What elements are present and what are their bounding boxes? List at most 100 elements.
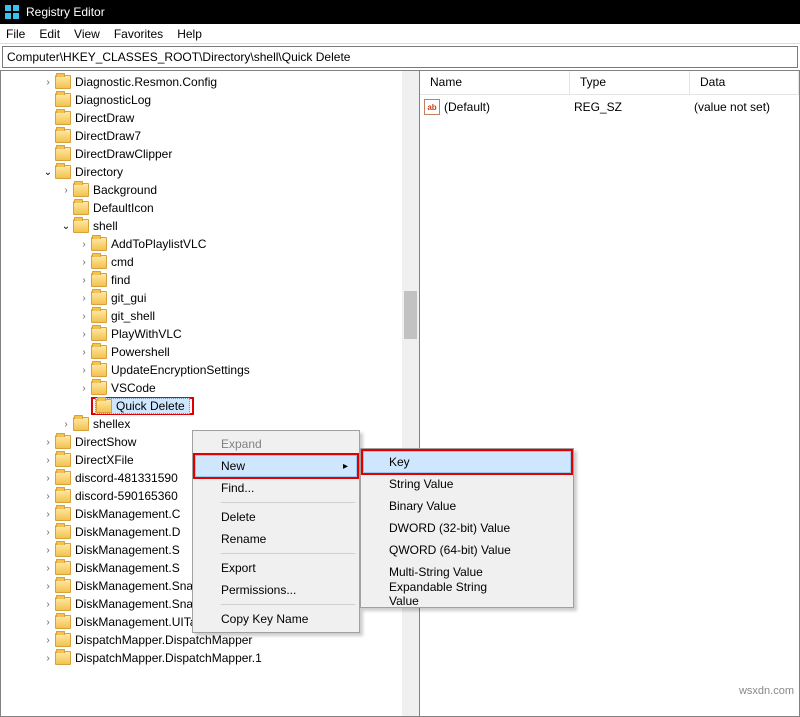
- chevron-right-icon[interactable]: ›: [77, 311, 91, 322]
- tree-label: cmd: [111, 255, 134, 269]
- value-type: REG_SZ: [574, 100, 694, 114]
- tree-label: DiskManagement.D: [75, 525, 180, 539]
- folder-icon: [91, 363, 107, 377]
- col-name[interactable]: Name: [420, 71, 570, 94]
- chevron-right-icon[interactable]: ›: [41, 455, 55, 466]
- menu-edit[interactable]: Edit: [39, 27, 60, 41]
- tree-node[interactable]: DiagnosticLog: [5, 91, 419, 109]
- chevron-right-icon[interactable]: ›: [41, 653, 55, 664]
- scrollbar-thumb[interactable]: [404, 291, 417, 339]
- tree-node[interactable]: ›git_shell: [5, 307, 419, 325]
- scrollbar[interactable]: [402, 71, 419, 716]
- submenu-item-string-value[interactable]: String Value: [363, 473, 571, 495]
- menu-favorites[interactable]: Favorites: [114, 27, 163, 41]
- menu-item-copy-key-name[interactable]: Copy Key Name: [195, 608, 357, 630]
- chevron-right-icon[interactable]: ›: [41, 527, 55, 538]
- highlight-selected-key: Quick Delete: [91, 397, 194, 415]
- menu-item-export[interactable]: Export: [195, 557, 357, 579]
- submenu-new[interactable]: KeyString Value Binary Value DWORD (32-bit…: [360, 448, 574, 608]
- tree-node[interactable]: › find: [5, 271, 419, 289]
- folder-icon: [55, 525, 71, 539]
- menu-item-label: Binary Value: [389, 499, 456, 513]
- tree-label: discord-590165360: [75, 489, 178, 503]
- chevron-right-icon[interactable]: ›: [41, 581, 55, 592]
- col-type[interactable]: Type: [570, 71, 690, 94]
- tree-node[interactable]: ›DispatchMapper.DispatchMapper: [5, 631, 419, 649]
- tree-node[interactable]: DirectDrawClipper: [5, 145, 419, 163]
- chevron-right-icon[interactable]: ›: [77, 293, 91, 304]
- chevron-right-icon[interactable]: ›: [41, 77, 55, 88]
- chevron-right-icon[interactable]: ›: [77, 365, 91, 376]
- menu-item-rename[interactable]: Rename: [195, 528, 357, 550]
- address-bar[interactable]: Computer\HKEY_CLASSES_ROOT\Directory\she…: [2, 46, 798, 68]
- menu-item-new[interactable]: New▸: [195, 455, 357, 477]
- tree-node[interactable]: ›VSCode: [5, 379, 419, 397]
- tree-node[interactable]: ⌄Directory: [5, 163, 419, 181]
- tree-label: AddToPlaylistVLC: [111, 237, 206, 251]
- tree-label: Powershell: [111, 345, 170, 359]
- chevron-right-icon[interactable]: ›: [77, 275, 91, 286]
- tree-node[interactable]: ›UpdateEncryptionSettings: [5, 361, 419, 379]
- tree-node[interactable]: ›git_gui: [5, 289, 419, 307]
- chevron-down-icon[interactable]: ⌄: [59, 221, 73, 232]
- menu-help[interactable]: Help: [177, 27, 202, 41]
- menu-item-label: QWORD (64-bit) Value: [389, 543, 511, 557]
- menu-item-label: Copy Key Name: [221, 612, 308, 626]
- chevron-right-icon[interactable]: ›: [59, 419, 73, 430]
- menu-item-delete[interactable]: Delete: [195, 506, 357, 528]
- menu-item-permissions-[interactable]: Permissions...: [195, 579, 357, 601]
- tree-node[interactable]: DirectDraw: [5, 109, 419, 127]
- tree-node[interactable]: › cmd: [5, 253, 419, 271]
- tree-node[interactable]: ›DispatchMapper.DispatchMapper.1: [5, 649, 419, 667]
- chevron-right-icon[interactable]: ›: [77, 239, 91, 250]
- tree-node[interactable]: ⌄shell: [5, 217, 419, 235]
- chevron-right-icon[interactable]: ›: [59, 185, 73, 196]
- chevron-right-icon[interactable]: ›: [41, 563, 55, 574]
- chevron-right-icon[interactable]: ›: [41, 617, 55, 628]
- chevron-right-icon[interactable]: ›: [41, 473, 55, 484]
- folder-icon: [91, 309, 107, 323]
- col-data[interactable]: Data: [690, 71, 799, 94]
- tree-label: find: [111, 273, 130, 287]
- chevron-right-icon[interactable]: ›: [77, 329, 91, 340]
- chevron-right-icon[interactable]: ›: [77, 383, 91, 394]
- chevron-right-icon[interactable]: ›: [41, 599, 55, 610]
- context-menu[interactable]: ExpandNew▸Find...DeleteRenameExportPermi…: [192, 430, 360, 633]
- chevron-down-icon[interactable]: ⌄: [41, 167, 55, 178]
- chevron-right-icon[interactable]: ›: [41, 509, 55, 520]
- tree-node[interactable]: › AddToPlaylistVLC: [5, 235, 419, 253]
- submenu-item-binary-value[interactable]: Binary Value: [363, 495, 571, 517]
- submenu-item-qword-bit-value[interactable]: QWORD (64-bit) Value: [363, 539, 571, 561]
- menu-file[interactable]: File: [6, 27, 25, 41]
- folder-icon: [91, 327, 107, 341]
- chevron-right-icon[interactable]: ›: [41, 491, 55, 502]
- folder-icon: [55, 147, 71, 161]
- menu-view[interactable]: View: [74, 27, 100, 41]
- window-title: Registry Editor: [26, 5, 105, 19]
- tree-node[interactable]: ›Background: [5, 181, 419, 199]
- folder-icon: [55, 471, 71, 485]
- tree-label: discord-481331590: [75, 471, 178, 485]
- folder-icon: [55, 651, 71, 665]
- chevron-right-icon[interactable]: ›: [41, 635, 55, 646]
- submenu-item-dword-bit-value[interactable]: DWORD (32-bit) Value: [363, 517, 571, 539]
- folder-icon: [91, 381, 107, 395]
- submenu-item-expandable-string-value[interactable]: Expandable String Value: [363, 583, 571, 605]
- tree-node[interactable]: DefaultIcon: [5, 199, 419, 217]
- folder-icon: [55, 507, 71, 521]
- tree-label: DiagnosticLog: [75, 93, 151, 107]
- tree-node[interactable]: DirectDraw7: [5, 127, 419, 145]
- submenu-item-key[interactable]: Key: [363, 451, 571, 473]
- chevron-right-icon[interactable]: ›: [77, 257, 91, 268]
- chevron-right-icon[interactable]: ›: [41, 437, 55, 448]
- menu-item-find-[interactable]: Find...: [195, 477, 357, 499]
- chevron-right-icon[interactable]: ›: [77, 347, 91, 358]
- tree-node[interactable]: › Powershell: [5, 343, 419, 361]
- chevron-right-icon[interactable]: ›: [41, 545, 55, 556]
- tree-node[interactable]: ›PlayWithVLC: [5, 325, 419, 343]
- value-row[interactable]: ab (Default) REG_SZ (value not set): [420, 95, 799, 119]
- tree-node[interactable]: ›Diagnostic.Resmon.Config: [5, 73, 419, 91]
- tree-node[interactable]: Quick Delete: [5, 397, 419, 415]
- values-pane[interactable]: Name Type Data ab (Default) REG_SZ (valu…: [420, 70, 800, 717]
- values-header[interactable]: Name Type Data: [420, 71, 799, 95]
